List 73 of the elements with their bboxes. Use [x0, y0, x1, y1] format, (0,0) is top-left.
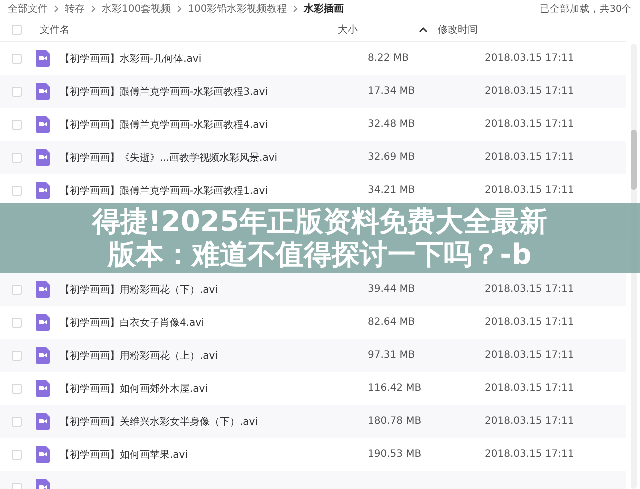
- video-file-icon: [36, 347, 50, 364]
- video-file-icon: [36, 116, 50, 133]
- modified-time: 2018.03.15 17:11: [485, 53, 574, 64]
- row-checkbox[interactable]: [12, 318, 22, 328]
- file-name[interactable]: 【初学画画】如何画苹果.avi: [60, 448, 368, 462]
- file-size: 190.53 MB: [368, 449, 423, 460]
- column-header[interactable]: 文件名: [40, 24, 70, 36]
- caption-text: 版本：难道不值得探讨一下吗？-b: [108, 238, 532, 271]
- load-status: 已全部加载，共30个: [540, 2, 632, 16]
- video-file-icon: [36, 83, 50, 100]
- row-checkbox[interactable]: [12, 450, 22, 460]
- caption-text: 得捷!2025年正版资料免费大全最新: [92, 205, 548, 238]
- file-size: 34.21 MB: [368, 185, 416, 196]
- modified-time: 2018.03.15 17:11: [485, 449, 574, 460]
- modified-time: 2018.03.15 17:11: [485, 119, 574, 130]
- file-name[interactable]: 【初学画画】《失逝》...画教学视频水彩风景.avi: [60, 150, 368, 164]
- file-name[interactable]: 【初学画画】跟傅兰克学画画-水彩画教程1.avi: [60, 184, 368, 198]
- chevron-icon: [293, 5, 298, 13]
- file-name[interactable]: 【初学画画】跟傅兰克学画画-水彩画教程4.avi: [60, 118, 368, 132]
- file-name[interactable]: 【初学画画】用粉彩画花（上）.avi: [60, 348, 368, 362]
- video-file-icon: [36, 50, 50, 67]
- modified-time: 2018.03.15 17:11: [485, 185, 574, 196]
- modified-time: 2018.03.15 17:11: [485, 86, 574, 97]
- row-checkbox[interactable]: [12, 54, 22, 64]
- video-file-icon: [36, 314, 50, 331]
- row-checkbox[interactable]: [12, 120, 22, 130]
- breadcrumb-item[interactable]: 全部文件: [8, 2, 48, 16]
- file-name[interactable]: 【初学画画】跟傅兰克学画画-水彩画教程3.avi: [60, 84, 368, 98]
- file-size: 8.22 MB: [368, 53, 410, 64]
- file-size: 32.48 MB: [368, 119, 416, 130]
- row-checkbox[interactable]: [12, 186, 22, 196]
- file-size: 82.64 MB: [368, 317, 416, 328]
- file-size: 32.69 MB: [368, 152, 416, 163]
- modified-time: 2018.03.15 17:11: [485, 416, 574, 427]
- row-checkbox[interactable]: [12, 86, 22, 96]
- video-file-icon: [36, 413, 50, 430]
- video-file-icon: [36, 182, 50, 199]
- file-size: 17.34 MB: [368, 86, 416, 97]
- modified-time: 2018.03.15 17:11: [485, 350, 574, 361]
- column-header[interactable]: 修改时间: [438, 24, 478, 36]
- chevron-icon: [91, 5, 96, 13]
- sort-up-icon[interactable]: [419, 26, 428, 32]
- video-file-icon: [36, 446, 50, 463]
- select-all-checkbox[interactable]: [12, 24, 22, 34]
- row-checkbox[interactable]: [12, 384, 22, 394]
- breadcrumb-item[interactable]: 水彩100套视频: [102, 2, 172, 16]
- file-name[interactable]: 【初学画画】如何画郊外木屋.avi: [60, 382, 368, 396]
- modified-time: 2018.03.15 17:11: [485, 317, 574, 328]
- modified-time: 2018.03.15 17:11: [485, 152, 574, 163]
- file-name[interactable]: 【初学画画】用粉彩画花（下）.avi: [60, 282, 368, 296]
- chevron-icon: [177, 5, 182, 13]
- modified-time: 2018.03.15 17:11: [485, 383, 574, 394]
- file-size: 97.31 MB: [368, 350, 416, 361]
- scrollbar-thumb[interactable]: [631, 130, 637, 190]
- row-checkbox[interactable]: [12, 416, 22, 426]
- file-name[interactable]: 【初学画画】关维兴水彩女半身像（下）.avi: [60, 414, 368, 428]
- row-checkbox[interactable]: [12, 284, 22, 294]
- video-file-icon: [36, 281, 50, 298]
- breadcrumb-item[interactable]: 100彩铅水彩视频教程: [188, 2, 288, 16]
- row-checkbox[interactable]: [12, 350, 22, 360]
- breadcrumb-item[interactable]: 水彩插画: [304, 2, 344, 16]
- video-file-icon: [36, 149, 50, 166]
- file-name[interactable]: 【初学画画】白衣女子肖像4.avi: [60, 316, 368, 330]
- video-file-icon: [36, 380, 50, 397]
- file-size: 39.44 MB: [368, 284, 416, 295]
- chevron-icon: [54, 5, 59, 13]
- file-size: 180.78 MB: [368, 416, 423, 427]
- row-checkbox[interactable]: [12, 152, 22, 162]
- breadcrumb-item[interactable]: 转存: [65, 2, 85, 16]
- file-name[interactable]: 【初学画画】水彩画-几何体.avi: [60, 52, 368, 66]
- file-size: 116.42 MB: [368, 383, 423, 394]
- modified-time: 2018.03.15 17:11: [485, 284, 574, 295]
- column-header[interactable]: 大小: [338, 22, 358, 36]
